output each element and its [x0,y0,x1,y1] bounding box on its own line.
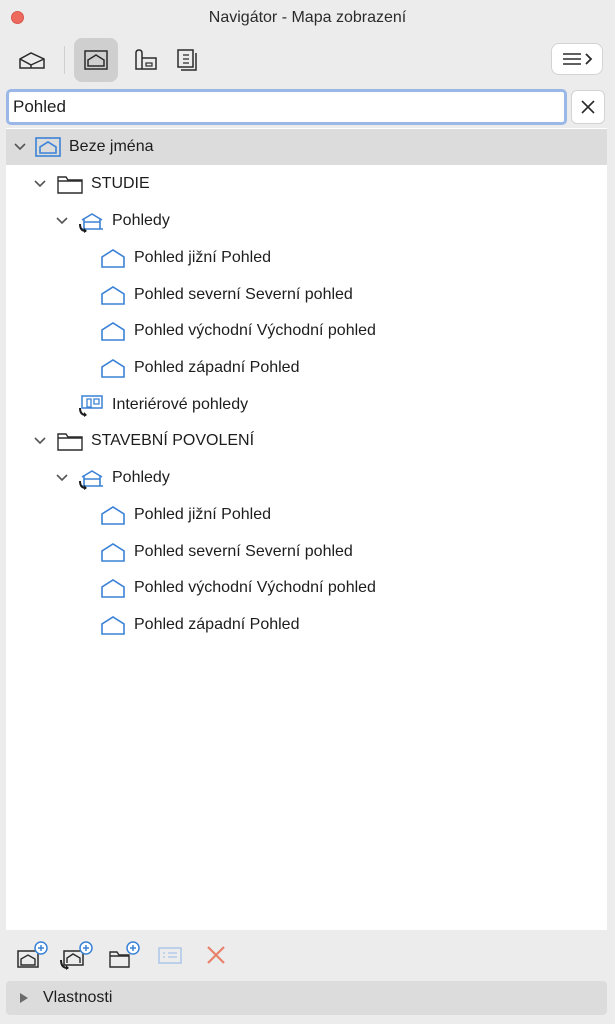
elevation-view-icon [99,539,127,565]
elevation-view-icon [99,612,127,638]
tree-item-label: Pohled východní Východní pohled [134,322,376,339]
tree-item-label: Pohledy [112,469,170,486]
properties-panel-toggle[interactable]: Vlastnosti [6,981,607,1015]
tree-item-label: STUDIE [91,175,150,192]
chevron-down-icon[interactable] [54,470,70,486]
title-bar: Navigátor - Mapa zobrazení [0,0,615,34]
delete-button[interactable] [198,938,234,972]
options-menu-button[interactable] [551,43,603,75]
tree-item-elevation[interactable]: Pohled jižní Pohled [6,497,607,533]
delete-x-icon [207,946,225,964]
tree-item-label: Pohled severní Severní pohled [134,286,353,303]
project-map-icon [19,52,45,69]
clear-search-button[interactable] [571,90,605,124]
disclosure-triangle-icon [20,993,28,1003]
layout-book-icon [135,49,157,70]
chevron-down-icon[interactable] [54,213,70,229]
tree-item-label: Interiérové pohledy [112,396,249,413]
tree-item-label: Pohled jižní Pohled [134,249,271,266]
view-map-icon [84,50,108,70]
tree-item-elevation[interactable]: Pohled západní Pohled [6,350,607,386]
toolbar [0,34,615,86]
tree-item-folder[interactable]: STUDIE [6,166,607,202]
tree-item-elevation[interactable]: Pohled severní Severní pohled [6,534,607,570]
elevation-view-icon [99,575,127,601]
tree-item-project[interactable]: Beze jména [6,129,607,165]
tree-item-elevation[interactable]: Pohled jižní Pohled [6,240,607,276]
chevron-down-icon[interactable] [32,433,48,449]
close-icon [581,100,595,114]
project-map-button[interactable] [10,38,54,82]
chevron-down-icon[interactable] [12,139,28,155]
toolbar-separator [64,46,65,74]
tree-item-label: STAVEBNÍ POVOLENÍ [91,432,255,449]
search-input[interactable] [13,95,553,119]
new-folder-icon [109,941,140,968]
view-map-button[interactable] [74,38,118,82]
elevation-group-icon [78,465,106,491]
new-clone-folder-icon [60,941,93,970]
window-title: Navigátor - Mapa zobrazení [208,9,407,26]
properties-label: Vlastnosti [43,989,113,1006]
settings-list-icon [158,947,182,964]
view-settings-button[interactable] [152,938,188,972]
project-icon [34,134,62,160]
elevation-view-icon [99,502,127,528]
publisher-sets-button[interactable] [166,38,210,82]
tree-item-label: Pohled východní Východní pohled [134,579,376,596]
elevation-view-icon [99,282,127,308]
tree-item-label: Beze jména [69,138,154,155]
tree-item-label: Pohled severní Severní pohled [134,543,353,560]
new-view-button[interactable] [14,938,50,972]
tree-item-elevation-group[interactable]: Pohledy [6,203,607,239]
interior-elevation-icon [78,392,106,418]
tree-item-label: Pohled západní Pohled [134,359,300,376]
elevation-group-icon [78,208,106,234]
tree-item-label: Pohled západní Pohled [134,616,300,633]
tree-item-elevation[interactable]: Pohled západní Pohled [6,607,607,643]
folder-icon [56,428,84,454]
tree-item-elevation[interactable]: Pohled východní Východní pohled [6,570,607,606]
elevation-view-icon [99,318,127,344]
tree-item-label: Pohled jižní Pohled [134,506,271,523]
tree-item-folder[interactable]: STAVEBNÍ POVOLENÍ [6,423,607,459]
chevron-down-icon[interactable] [32,176,48,192]
new-folder-button[interactable] [106,938,142,972]
tree-item-interior-elevations[interactable]: Interiérové pohledy [6,387,607,423]
tree-item-elevation[interactable]: Pohled severní Severní pohled [6,277,607,313]
folder-icon [56,171,84,197]
layout-book-button[interactable] [124,38,168,82]
tree-item-elevation[interactable]: Pohled východní Východní pohled [6,313,607,349]
search-field[interactable] [6,89,567,125]
elevation-view-icon [99,245,127,271]
hamburger-chevron-icon [563,53,593,65]
publisher-sets-icon [177,49,197,71]
new-view-icon [17,941,48,968]
bottom-action-bar [0,930,615,980]
new-clone-folder-button[interactable] [58,938,94,972]
tree-item-elevation-group[interactable]: Pohledy [6,460,607,496]
elevation-view-icon [99,355,127,381]
tree-item-label: Pohledy [112,212,170,229]
view-map-tree: Beze jména STUDIE Pohledy Pohled jižní P… [6,128,607,930]
